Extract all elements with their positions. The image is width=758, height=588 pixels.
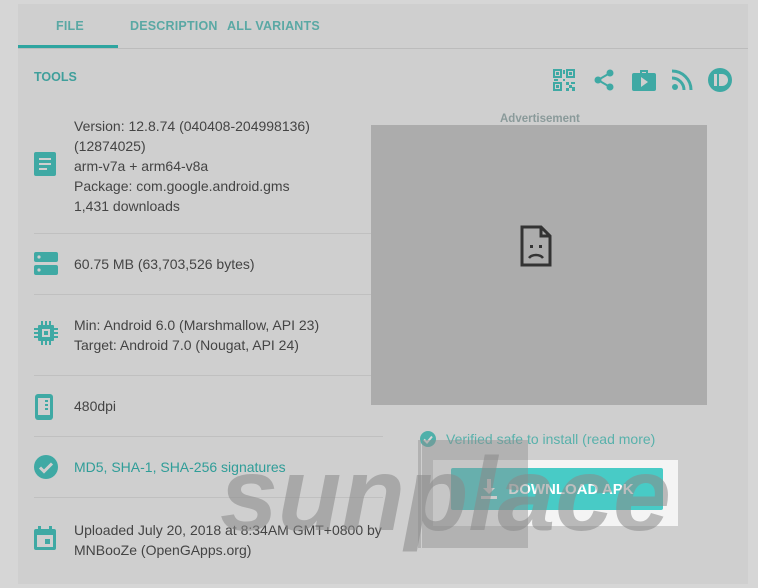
verified-link[interactable]: Verified safe to install (read more) xyxy=(446,431,655,447)
active-tab-indicator xyxy=(18,45,118,48)
uploader: MNBooZe (OpenGApps.org) xyxy=(74,542,252,558)
size-row: 60.75 MB (63,703,526 bytes) xyxy=(34,234,383,295)
share-icon[interactable] xyxy=(590,66,618,94)
download-icon xyxy=(481,479,498,499)
upload-date: Uploaded July 20, 2018 at 8:34AM GMT+080… xyxy=(74,522,382,538)
download-apk-button[interactable]: DOWNLOAD APK xyxy=(451,468,663,510)
target-sdk: Target: Android 7.0 (Nougat, API 24) xyxy=(74,337,299,353)
chip-icon xyxy=(34,321,58,345)
tab-bar: FILE DESCRIPTION ALL VARIANTS xyxy=(18,4,748,49)
dpi-row: 480dpi xyxy=(34,376,383,437)
package-name: Package: com.google.android.gms xyxy=(74,178,290,194)
download-apk-label: DOWNLOAD APK xyxy=(508,480,634,498)
phone-icon xyxy=(35,394,53,420)
sdk-row: Min: Android 6.0 (Marshmallow, API 23) T… xyxy=(34,295,383,376)
file-size: 60.75 MB (63,703,526 bytes) xyxy=(74,256,255,272)
upload-row: Uploaded July 20, 2018 at 8:34AM GMT+080… xyxy=(34,498,383,588)
broken-file-icon xyxy=(520,225,552,267)
version-code: (12874025) xyxy=(74,138,146,154)
version-details: Version: 12.8.74 (040408-204998136) (128… xyxy=(74,116,310,216)
document-icon xyxy=(34,152,56,176)
tab-file[interactable]: FILE xyxy=(56,19,84,33)
version-row: Version: 12.8.74 (040408-204998136) (128… xyxy=(34,110,383,234)
verified-check-icon xyxy=(420,431,436,447)
signatures-link[interactable]: MD5, SHA-1, SHA-256 signatures xyxy=(74,457,286,477)
architecture: arm-v7a + arm64-v8a xyxy=(74,158,209,174)
tab-description[interactable]: DESCRIPTION xyxy=(130,19,218,33)
advertisement-label: Advertisement xyxy=(500,113,580,125)
signatures-row: MD5, SHA-1, SHA-256 signatures xyxy=(34,437,383,498)
tab-all-variants[interactable]: ALL VARIANTS xyxy=(227,19,320,33)
rss-icon[interactable] xyxy=(668,66,696,94)
play-store-icon[interactable] xyxy=(630,66,658,94)
upload-details: Uploaded July 20, 2018 at 8:34AM GMT+080… xyxy=(74,520,382,560)
calendar-icon xyxy=(34,526,56,550)
download-count: 1,431 downloads xyxy=(74,198,180,214)
screen-dpi: 480dpi xyxy=(74,398,117,414)
check-circle-icon xyxy=(34,455,58,479)
version-line: Version: 12.8.74 (040408-204998136) xyxy=(74,118,310,134)
sdk-details: Min: Android 6.0 (Marshmallow, API 23) T… xyxy=(74,315,319,355)
verified-safe: Verified safe to install (read more) xyxy=(420,431,655,447)
storage-icon xyxy=(34,252,58,275)
tools-heading: TOOLS xyxy=(34,70,77,84)
min-sdk: Min: Android 6.0 (Marshmallow, API 23) xyxy=(74,317,320,333)
pushbullet-icon[interactable] xyxy=(706,66,734,94)
qr-code-icon[interactable] xyxy=(550,66,578,94)
